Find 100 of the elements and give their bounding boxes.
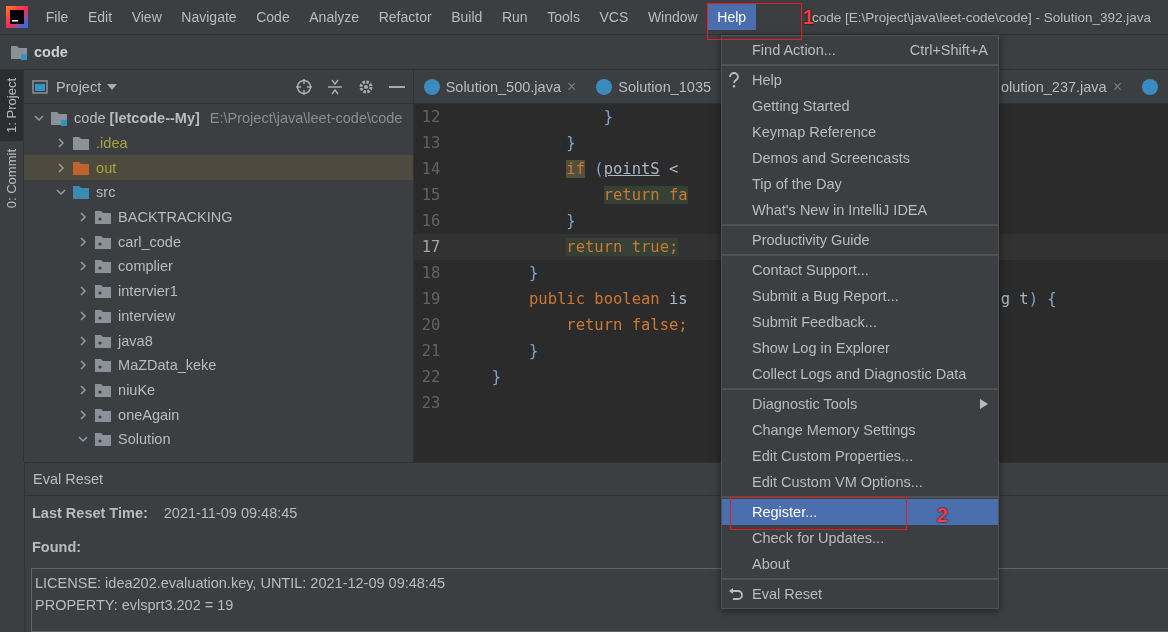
class-icon (423, 78, 440, 95)
menu-item[interactable]: Tools (537, 4, 590, 30)
folder-icon (10, 44, 28, 60)
tree-item[interactable]: niuKe (118, 381, 156, 398)
chevron-right-icon[interactable] (78, 212, 89, 223)
menu-item[interactable]: Help (722, 67, 998, 93)
folder-icon (50, 110, 69, 127)
chevron-down-icon[interactable] (56, 187, 67, 198)
menu-item[interactable]: Edit (78, 4, 122, 30)
menu-item[interactable]: Submit a Bug Report... (722, 283, 998, 309)
tree-item[interactable]: java8 (118, 332, 153, 349)
app-logo (6, 6, 28, 28)
tree-item[interactable]: .idea (96, 135, 128, 152)
chevron-right-icon[interactable] (78, 261, 89, 272)
menu-item[interactable]: Refactor (368, 4, 442, 30)
menu-item[interactable]: Demos and Screencasts (722, 145, 998, 171)
chevron-right-icon[interactable] (78, 360, 89, 371)
found-entry: LICENSE: idea202.evaluation.key, UNTIL: 2021-12-09 09:48:45 (35, 575, 446, 591)
tool-window-tab[interactable]: 0: Commit (0, 140, 24, 217)
chevron-down-icon[interactable] (34, 113, 45, 124)
tree-item[interactable]: intervier1 (118, 283, 178, 300)
locate-icon[interactable] (294, 77, 313, 96)
field-label: Last Reset Time: (32, 505, 148, 521)
package-folder-icon (94, 233, 113, 250)
menu-item[interactable]: Code (246, 4, 300, 30)
package-folder-icon (94, 406, 113, 423)
menu-item[interactable]: Diagnostic Tools (722, 391, 998, 417)
line-number: 23 (420, 394, 442, 412)
question-icon (728, 72, 740, 88)
module-path: E:\Project\java\leet-code\code (209, 110, 403, 127)
chevron-right-icon[interactable] (78, 310, 89, 321)
tree-item[interactable]: carl_code (118, 233, 181, 250)
menu-item[interactable]: File (36, 4, 79, 30)
chevron-right-icon[interactable] (56, 138, 67, 149)
menu-item[interactable]: Submit Feedback... (722, 309, 998, 335)
tree-item[interactable]: src (96, 184, 116, 201)
editor-tab[interactable]: Solution_1035 (586, 70, 722, 103)
undo-icon (728, 587, 744, 601)
menu-item[interactable]: Getting Started (722, 93, 998, 119)
menu-item[interactable]: Keymap Reference (722, 119, 998, 145)
menu-item[interactable]: Help (707, 4, 756, 30)
tree-item[interactable]: code [letcode--My] (74, 110, 200, 127)
tree-item[interactable]: interview (118, 307, 176, 324)
menu-item[interactable]: Show Log in Explorer (722, 335, 998, 361)
menu-item[interactable]: Analyze (299, 4, 369, 30)
package-folder-icon (94, 357, 113, 374)
tree-item[interactable]: BACKTRACKING (118, 209, 233, 226)
menu-item[interactable]: Check for Updates... (722, 525, 998, 551)
chevron-down-icon[interactable] (78, 434, 89, 445)
code-line: } (565, 212, 576, 230)
tree-item[interactable]: complier (118, 258, 173, 275)
breadcrumb[interactable]: code (34, 44, 68, 60)
chevron-right-icon[interactable] (78, 384, 89, 395)
line-number: 16 (420, 212, 442, 230)
menu-item[interactable]: View (121, 4, 172, 30)
menu-item[interactable]: Build (441, 4, 493, 30)
menu-item[interactable]: What's New in IntelliJ IDEA (722, 197, 998, 223)
menu-item[interactable]: Find Action... Ctrl+Shift+A (722, 37, 998, 63)
menu-item[interactable]: Change Memory Settings (722, 417, 998, 443)
class-icon (596, 78, 613, 95)
code-line: } (528, 264, 539, 282)
code-line: } (602, 108, 613, 126)
chevron-right-icon[interactable] (78, 286, 89, 297)
menu-item[interactable]: Run (492, 4, 538, 30)
project-view-dropdown[interactable]: Project (56, 78, 118, 95)
menu-item[interactable]: Collect Logs and Diagnostic Data (722, 361, 998, 387)
editor-tab[interactable]: Solution_500.java × (413, 70, 587, 103)
menu-item[interactable]: Contact Support... (722, 257, 998, 283)
class-icon (1142, 78, 1158, 95)
chevron-right-icon[interactable] (78, 409, 89, 420)
menu-item[interactable]: Productivity Guide (722, 227, 998, 253)
chevron-right-icon[interactable] (56, 162, 67, 173)
menu-item[interactable]: Eval Reset (722, 581, 998, 607)
menu-item[interactable]: VCS (589, 4, 639, 30)
code-line: if (pointS < (565, 160, 680, 178)
dropdown-caret-icon (107, 83, 118, 90)
chevron-right-icon[interactable] (78, 236, 89, 247)
tool-window-tab[interactable]: 1: Project (0, 70, 24, 141)
folder-icon (72, 135, 91, 152)
editor-tab[interactable]: olution_237.java × (1001, 70, 1168, 103)
line-number: 21 (420, 342, 442, 360)
code-line: } (528, 342, 539, 360)
collapse-icon[interactable] (326, 77, 343, 96)
menu-item[interactable]: About (722, 551, 998, 577)
menu-item[interactable]: Edit Custom Properties... (722, 443, 998, 469)
tree-item[interactable]: MaZData_keke (118, 357, 217, 374)
menu-item[interactable]: Edit Custom VM Options... (722, 469, 998, 495)
code-line: public boolean is (528, 290, 688, 308)
line-number: 22 (420, 368, 442, 386)
line-number: 17 (420, 238, 442, 256)
field-label: Found: (32, 539, 82, 555)
tree-item[interactable]: out (96, 159, 117, 176)
chevron-right-icon[interactable] (78, 335, 89, 346)
tree-item[interactable]: Solution (118, 431, 171, 448)
tree-item[interactable]: oneAgain (118, 406, 180, 423)
menu-item[interactable]: Tip of the Day (722, 171, 998, 197)
package-folder-icon (94, 283, 113, 300)
menu-item[interactable]: Navigate (171, 4, 247, 30)
field-value: 2021-11-09 09:48:45 (163, 505, 298, 521)
menu-item[interactable]: Window (638, 4, 708, 30)
